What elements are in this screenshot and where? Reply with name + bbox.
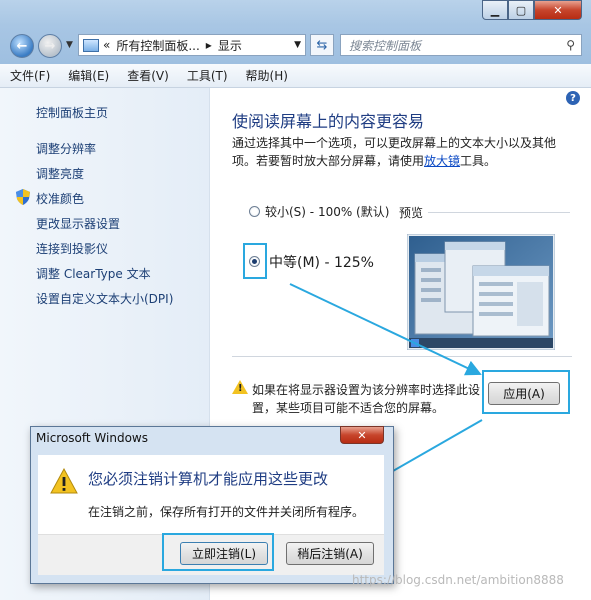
dialog-title: Microsoft Windows (36, 431, 148, 445)
dialog-close-button[interactable]: ✕ (340, 426, 384, 444)
dialog-heading: 您必须注销计算机才能应用这些更改 (88, 470, 329, 488)
dialog-text: 在注销之前，保存所有打开的文件并关闭所有程序。 (88, 505, 365, 519)
watermark: https://blog.csdn.net/ambition8888 (352, 573, 564, 587)
dialog-body (38, 455, 384, 534)
dialog-warning-icon (50, 467, 78, 497)
arrow-to-apply (289, 283, 482, 376)
logoff-now-button[interactable]: 立即注销(L) (180, 542, 268, 565)
logoff-later-button[interactable]: 稍后注销(A) (286, 542, 374, 565)
